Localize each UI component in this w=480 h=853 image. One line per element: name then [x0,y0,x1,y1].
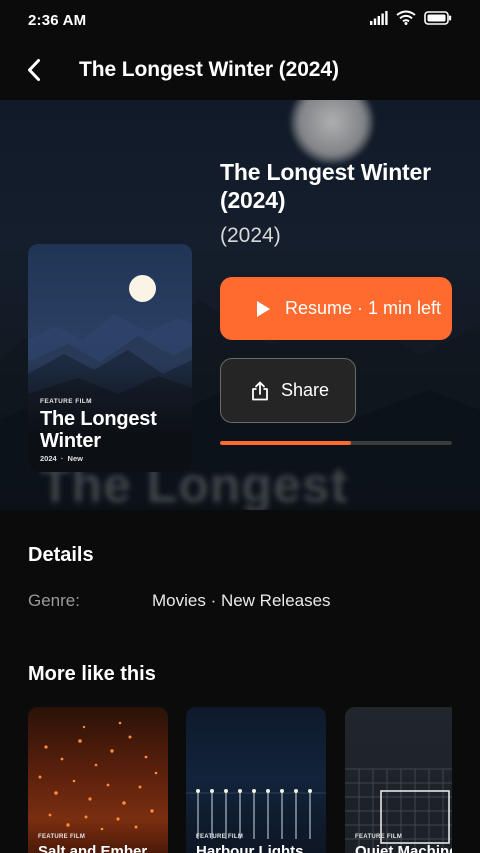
resume-button[interactable]: Resume · 1 min left [220,277,452,340]
back-button[interactable] [21,57,47,83]
card-kicker: FEATURE FILM [355,834,403,840]
app-bar: The Longest Winter (2024) [0,40,480,100]
share-icon [251,381,269,401]
movie-poster: FEATURE FILM The Longest Winter 2024 · N… [28,244,192,472]
genre-label: Genre: [28,591,80,610]
share-label: Share [281,380,330,400]
poster-badge: New [67,454,83,463]
status-time: 2:36 AM [28,11,87,29]
poster-title: The Longest Winter [40,408,157,452]
recommendation-card[interactable]: FEATURE FILM Quiet Machines [345,707,452,853]
harbour-lights [186,789,326,839]
machine-grid [345,768,452,853]
card-title: Salt and Ember [38,843,148,853]
recommendation-card[interactable]: FEATURE FILM Harbour Lights [186,707,326,853]
status-icons [370,10,452,30]
details-heading: Details [28,544,94,566]
poster-meta: 2024 · New [40,454,83,463]
resume-label: Resume · 1 min left [285,298,442,318]
card-title: Quiet Machines [355,843,452,853]
playback-progress-bar [220,441,452,445]
movie-info: The Longest Winter (2024) (2024) [220,158,460,248]
recommendation-card[interactable]: FEATURE FILM Salt and Ember [28,707,168,853]
signal-icon [370,10,388,30]
poster-meta-separator: · [58,454,66,463]
battery-icon [424,10,452,30]
movie-year: (2024) [220,224,281,247]
poster-year: 2024 [40,454,57,463]
playback-progress-fill [220,441,352,445]
status-bar: 2:36 AM [0,0,480,40]
app-bar-title: The Longest Winter (2024) [79,58,339,81]
card-title: Harbour Lights [196,843,304,853]
ember-sparks [38,721,158,831]
more-like-this-list: FEATURE FILM Salt and Ember FEATURE FILM [28,707,452,853]
chevron-left-icon [28,59,40,81]
card-kicker: FEATURE FILM [196,834,244,840]
more-like-this-heading: More like this [28,663,156,685]
share-button[interactable]: Share [220,358,356,423]
card-kicker: FEATURE FILM [38,834,86,840]
play-icon [257,300,270,317]
movie-title: The Longest Winter (2024) [220,159,431,213]
genre-value: Movies · New Releases [152,591,331,610]
poster-sun [129,275,156,302]
movie-detail-screen: 2:36 AM The Longest Winter (2024) The Lo… [0,0,480,853]
poster-kicker: FEATURE FILM [40,398,92,405]
wifi-icon [396,10,416,30]
